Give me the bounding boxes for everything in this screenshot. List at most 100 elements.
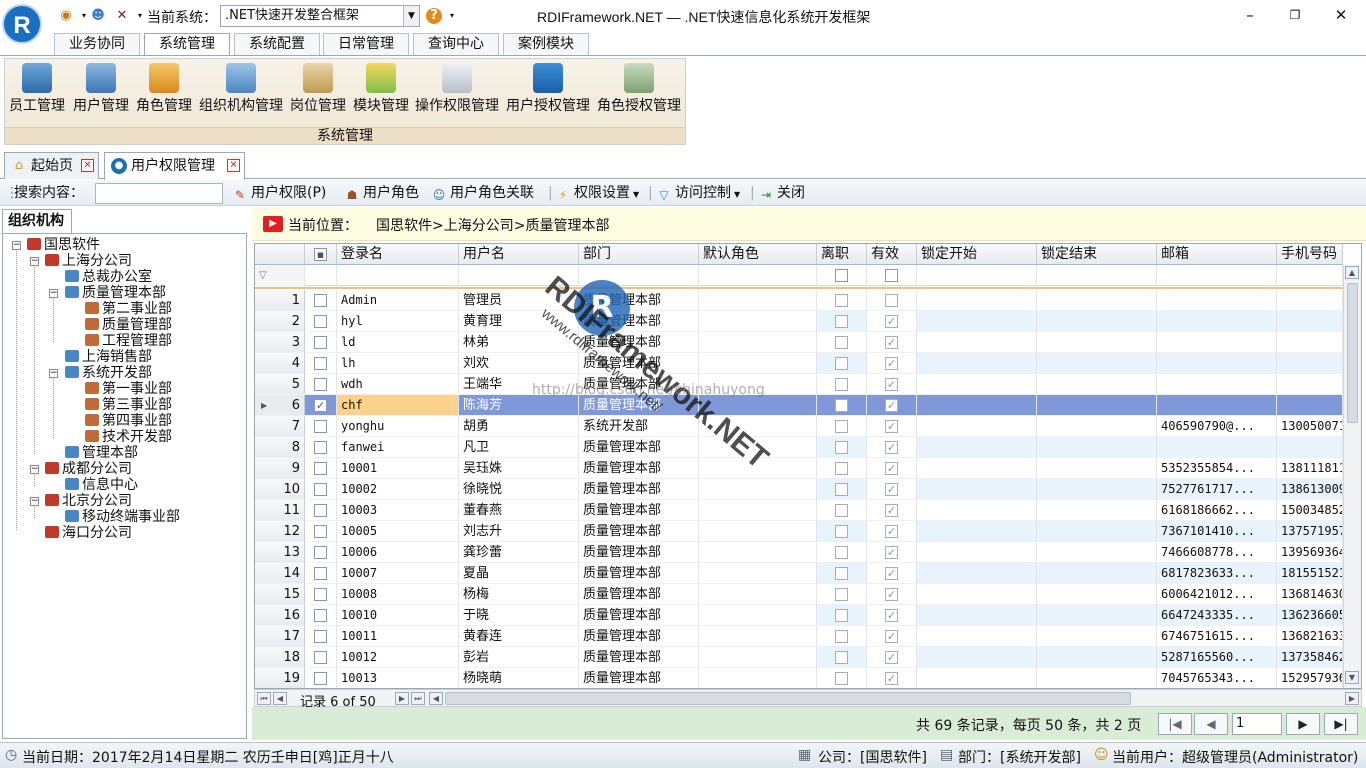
close-icon[interactable]: ✕	[81, 159, 94, 172]
lock-start-cell[interactable]	[917, 479, 1037, 500]
phone-cell[interactable]	[1277, 374, 1343, 395]
tree-node-division-1[interactable]: 第一事业部	[85, 381, 172, 397]
dept-cell[interactable]: 质量管理本部	[579, 668, 699, 688]
prev-record-icon[interactable]: ◀	[273, 692, 287, 705]
phone-cell[interactable]: 13811181124	[1277, 458, 1343, 479]
default-role-cell[interactable]	[699, 563, 817, 584]
row-select-cell[interactable]	[305, 605, 337, 626]
dept-cell[interactable]: 质量管理本部	[579, 521, 699, 542]
tree-node-management-hq[interactable]: 管理本部	[65, 445, 138, 461]
row-checkbox[interactable]	[314, 294, 327, 307]
email-cell[interactable]	[1157, 332, 1277, 353]
default-role-cell[interactable]	[699, 416, 817, 437]
row-checkbox[interactable]	[314, 336, 327, 349]
dept-cell[interactable]: 质量管理本部	[579, 395, 699, 416]
left-job-checkbox[interactable]	[835, 588, 848, 601]
left-job-checkbox[interactable]	[835, 294, 848, 307]
phone-cell[interactable]	[1277, 290, 1343, 311]
dept-cell[interactable]: 质量管理本部	[579, 626, 699, 647]
row-select-cell[interactable]	[305, 311, 337, 332]
valid-checkbox[interactable]: ✓	[885, 483, 898, 496]
default-role-cell[interactable]	[699, 626, 817, 647]
email-cell[interactable]	[1157, 395, 1277, 416]
lock-end-cell[interactable]	[1037, 626, 1157, 647]
close-icon[interactable]: ✕	[227, 159, 240, 172]
column-header-username[interactable]: 用户名	[459, 244, 579, 265]
operation-permission-button[interactable]: 操作权限管理	[413, 61, 501, 123]
tree-node-mobile[interactable]: 移动终端事业部	[65, 509, 180, 525]
default-role-cell[interactable]	[699, 479, 817, 500]
vertical-scrollbar[interactable]: ▲ ▼	[1343, 265, 1361, 688]
tree-tab[interactable]: 组织机构	[2, 209, 72, 233]
scroll-thumb[interactable]	[1347, 283, 1358, 423]
filter-checkbox[interactable]	[885, 269, 898, 282]
left-job-checkbox[interactable]	[835, 399, 848, 412]
valid-checkbox[interactable]: ✓	[885, 504, 898, 517]
tree-collapse-toggle[interactable]: −	[30, 497, 39, 506]
lock-start-cell[interactable]	[917, 626, 1037, 647]
dept-cell[interactable]: 系统开发部	[579, 416, 699, 437]
row-select-cell[interactable]	[305, 542, 337, 563]
table-row[interactable]: 14 10007夏晶质量管理本部 ✓ 6817823633...18155152125	[255, 563, 1343, 584]
default-role-cell[interactable]	[699, 395, 817, 416]
tree-collapse-toggle[interactable]: −	[49, 289, 58, 298]
username-cell[interactable]: 陈海芳	[459, 395, 579, 416]
dept-cell[interactable]: 质量管理本部	[579, 311, 699, 332]
row-checkbox[interactable]	[314, 546, 327, 559]
valid-cell[interactable]: ✓	[867, 311, 917, 332]
login-cell[interactable]: wdh	[337, 374, 459, 395]
row-checkbox[interactable]	[314, 567, 327, 580]
user-permission-button[interactable]: ✎ 用户权限(P)	[232, 183, 326, 203]
valid-cell[interactable]: ✓	[867, 374, 917, 395]
row-checkbox[interactable]	[314, 483, 327, 496]
left-job-cell[interactable]	[817, 647, 867, 668]
username-cell[interactable]: 刘志升	[459, 521, 579, 542]
first-page-button[interactable]: |◀	[1158, 713, 1192, 735]
tree-node-system-dev[interactable]: 系统开发部	[65, 365, 152, 381]
dept-cell[interactable]: 质量管理本部	[579, 542, 699, 563]
tree-node-tech-dev[interactable]: 技术开发部	[85, 429, 172, 445]
phone-cell[interactable]: 18155152125	[1277, 563, 1343, 584]
row-select-cell[interactable]	[305, 521, 337, 542]
filter-cell[interactable]	[1277, 265, 1343, 286]
left-job-cell[interactable]	[817, 395, 867, 416]
employee-management-button[interactable]: 员工管理	[6, 61, 68, 123]
tree-node-beijing[interactable]: 北京分公司	[45, 493, 132, 509]
valid-checkbox[interactable]: ✓	[885, 315, 898, 328]
login-cell[interactable]: 10007	[337, 563, 459, 584]
lock-end-cell[interactable]	[1037, 374, 1157, 395]
table-row[interactable]: 1 Admin 管理员 质量管理本部	[255, 290, 1343, 311]
email-cell[interactable]	[1157, 311, 1277, 332]
row-checkbox[interactable]	[314, 378, 327, 391]
valid-cell[interactable]: ✓	[867, 395, 917, 416]
lock-end-cell[interactable]	[1037, 395, 1157, 416]
header-select-all[interactable]: ▪	[305, 244, 337, 265]
left-job-checkbox[interactable]	[835, 483, 848, 496]
username-cell[interactable]: 杨梅	[459, 584, 579, 605]
lock-start-cell[interactable]	[917, 500, 1037, 521]
row-select-cell[interactable]	[305, 668, 337, 688]
lock-start-cell[interactable]	[917, 584, 1037, 605]
tree-node-chengdu[interactable]: 成都分公司	[45, 461, 132, 477]
left-job-checkbox[interactable]	[835, 609, 848, 622]
row-checkbox[interactable]	[314, 420, 327, 433]
username-cell[interactable]: 胡勇	[459, 416, 579, 437]
lock-start-cell[interactable]	[917, 416, 1037, 437]
ribbon-tab-config[interactable]: 系统配置	[234, 33, 320, 55]
valid-cell[interactable]: ✓	[867, 584, 917, 605]
default-role-cell[interactable]	[699, 353, 817, 374]
phone-cell[interactable]	[1277, 395, 1343, 416]
filter-cell[interactable]	[917, 265, 1037, 286]
left-job-checkbox[interactable]	[835, 441, 848, 454]
table-row[interactable]: 2 hyl 黄育理 质量管理本部 ✓	[255, 311, 1343, 332]
login-cell[interactable]: 10013	[337, 668, 459, 688]
ribbon-tab-query[interactable]: 查询中心	[413, 33, 499, 55]
left-job-cell[interactable]	[817, 605, 867, 626]
options-icon[interactable]: ◉	[58, 8, 74, 24]
lock-start-cell[interactable]	[917, 458, 1037, 479]
lock-end-cell[interactable]	[1037, 521, 1157, 542]
lock-end-cell[interactable]	[1037, 668, 1157, 688]
default-role-cell[interactable]	[699, 542, 817, 563]
valid-cell[interactable]: ✓	[867, 521, 917, 542]
dept-cell[interactable]: 质量管理本部	[579, 647, 699, 668]
